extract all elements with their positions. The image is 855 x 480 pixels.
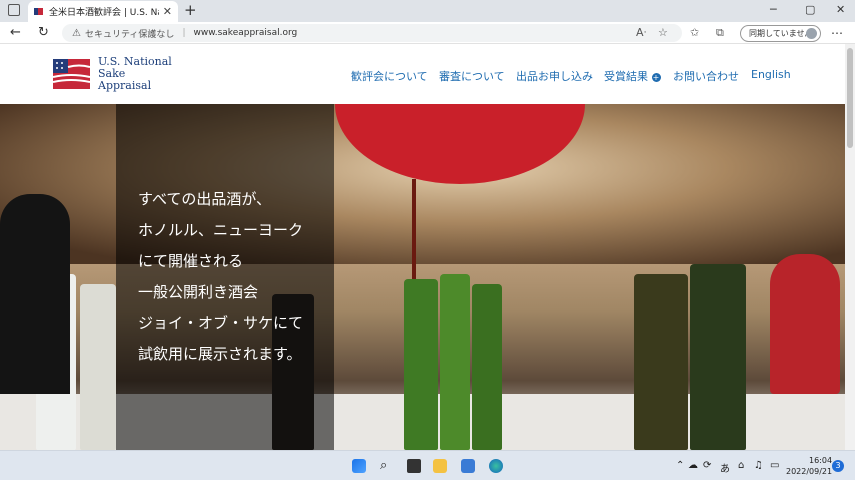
back-icon[interactable]: ← (10, 25, 21, 40)
nav-results-label: 受賞結果 (604, 70, 648, 83)
hero-text-line: にて開催される (138, 252, 244, 270)
tab-close-icon[interactable]: ✕ (163, 5, 172, 18)
bottle-image (440, 274, 470, 450)
edge-icon[interactable] (489, 459, 503, 473)
more-menu-icon[interactable]: ⋯ (831, 26, 843, 40)
browser-tab-strip: 全米日本酒歓評会 | U.S. Nationa ✕ + ─ ▢ ✕ (0, 0, 855, 22)
notification-badge[interactable]: 3 (832, 460, 844, 472)
minimize-button[interactable]: ─ (770, 3, 777, 16)
hero-banner: すべての出品酒が、 ホノルル、ニューヨーク にて開催される 一般公開利き酒会 ジ… (0, 104, 845, 450)
address-separator: | (182, 28, 186, 38)
tab-actions-icon[interactable] (8, 4, 20, 16)
cloud-icon[interactable]: ☁ (688, 460, 698, 471)
browser-tab[interactable]: 全米日本酒歓評会 | U.S. Nationa ✕ (28, 1, 178, 22)
hero-text-line: ジョイ・オブ・サケにて (138, 314, 304, 332)
favorites-icon[interactable]: ✩ (690, 26, 699, 39)
bottle-image (634, 274, 688, 450)
hero-text-panel (116, 104, 334, 450)
hero-text-line: 試飲用に展示されます。 (138, 345, 302, 363)
url-text: www.sakeappraisal.org (193, 28, 298, 38)
nav-results[interactable]: 受賞結果 + (604, 68, 661, 84)
site-favicon-icon (34, 8, 43, 15)
nav-contact[interactable]: お問い合わせ (673, 68, 739, 84)
plus-circle-icon: + (651, 72, 661, 82)
new-tab-button[interactable]: + (184, 1, 197, 19)
start-icon[interactable] (352, 459, 366, 473)
taskbar: ⌕ ⌃ ☁ ⟳ あ ⌂ ♫ ▭ 16:04 2022/09/21 3 (0, 450, 855, 480)
collections-icon[interactable]: ⧉ (716, 26, 724, 40)
security-label: セキュリティ保護なし (84, 29, 175, 40)
network-icon[interactable]: ⌂ (738, 460, 744, 471)
close-window-button[interactable]: ✕ (836, 3, 845, 16)
store-icon[interactable] (461, 459, 475, 473)
favorite-star-icon[interactable]: ☆ (658, 26, 668, 39)
tab-title: 全米日本酒歓評会 | U.S. Nationa (49, 8, 159, 18)
hero-text-line: ホノルル、ニューヨーク (138, 221, 304, 239)
file-explorer-icon[interactable] (433, 459, 447, 473)
nav-about[interactable]: 歓評会について (351, 68, 428, 84)
nav-entry[interactable]: 出品お申し込み (516, 68, 593, 84)
browser-toolbar: ← ↻ ⚠ セキュリティ保護なし | www.sakeappraisal.org… (0, 22, 855, 44)
person-image (770, 254, 840, 394)
scrollbar-thumb[interactable] (847, 48, 853, 148)
taskbar-clock[interactable]: 16:04 2022/09/21 (786, 455, 832, 477)
logo-flag-icon[interactable] (53, 59, 90, 89)
avatar-icon (806, 28, 817, 39)
ime-indicator[interactable]: あ (720, 460, 730, 475)
onedrive-icon[interactable]: ⟳ (703, 460, 711, 471)
clock-date: 2022/09/21 (786, 467, 833, 476)
bottle-image (80, 284, 116, 450)
bottle-image (690, 264, 746, 450)
page-scrollbar[interactable] (845, 44, 855, 450)
profile-button[interactable]: 同期していません (740, 25, 821, 42)
logo-line: Appraisal (98, 79, 152, 92)
site-logo[interactable]: U.S. National Sake Appraisal (98, 56, 172, 92)
refresh-icon[interactable]: ↻ (38, 25, 49, 40)
bottle-image (472, 284, 502, 450)
nav-judging[interactable]: 審査について (439, 68, 505, 84)
address-bar[interactable]: ⚠ セキュリティ保護なし | www.sakeappraisal.org (62, 24, 682, 42)
hero-text-line: すべての出品酒が、 (138, 190, 272, 208)
clock-time: 16:04 (809, 456, 833, 465)
warning-icon: ⚠ (72, 27, 81, 39)
volume-icon[interactable]: ♫ (754, 460, 763, 471)
site-header: U.S. National Sake Appraisal 歓評会について 審査に… (0, 44, 845, 104)
person-image (0, 194, 70, 394)
bottle-image (404, 279, 438, 450)
battery-icon[interactable]: ▭ (770, 460, 779, 471)
profile-label: 同期していません (749, 29, 813, 38)
nav-english[interactable]: English (751, 68, 791, 81)
hero-text-line: 一般公開利き酒会 (138, 283, 259, 301)
search-icon[interactable]: ⌕ (380, 458, 387, 473)
chevron-up-icon[interactable]: ⌃ (676, 460, 684, 471)
read-aloud-icon[interactable]: Aᐧ (636, 26, 646, 39)
maximize-button[interactable]: ▢ (805, 3, 815, 16)
task-view-icon[interactable] (407, 459, 421, 473)
